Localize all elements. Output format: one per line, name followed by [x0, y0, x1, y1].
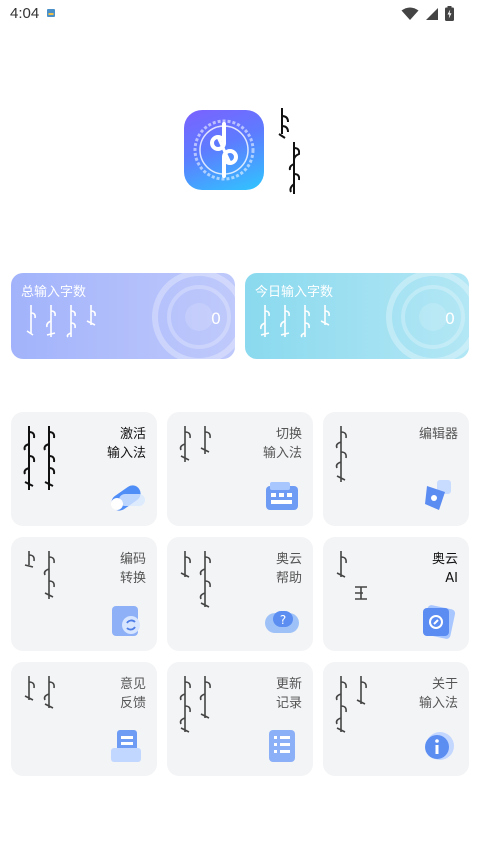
battery-icon: [445, 6, 454, 21]
toggle-icon: [111, 485, 145, 511]
feedback-icon: [111, 730, 141, 762]
signal-icon: [426, 7, 438, 20]
switch-ime-mongolian: [179, 426, 211, 462]
aoyun-help-button[interactable]: 奥云 帮助 ?: [167, 537, 313, 651]
convert-icon: [112, 606, 140, 636]
feedback-button[interactable]: 意见 反馈: [11, 662, 157, 776]
activate-ime-button[interactable]: 激活 输入法: [11, 412, 157, 526]
today-input-title: 今日输入字数: [255, 285, 334, 300]
activate-ime-label: 激活 输入法: [106, 427, 146, 461]
editor-mongolian: [335, 426, 347, 482]
ai-icon: [422, 605, 456, 639]
editor-label: 编辑器: [418, 427, 458, 442]
about-ime-label: 关于 输入法: [418, 677, 458, 711]
help-icon: ?: [265, 611, 299, 633]
keyboard-icon: [266, 482, 298, 510]
aoyun-ai-label: 奥云 AI: [431, 552, 458, 586]
changelog-label: 更新 记录: [275, 677, 302, 711]
status-bar: 4:04: [0, 0, 480, 28]
code-convert-label: 编码 转换: [119, 552, 146, 586]
app-logo: [184, 110, 264, 190]
switch-ime-button[interactable]: 切换 输入法: [167, 412, 313, 526]
notification-icon: [47, 9, 55, 17]
wifi-icon: [401, 7, 419, 20]
total-input-value: 0: [210, 309, 221, 328]
changelog-button[interactable]: 更新 记录: [167, 662, 313, 776]
pen-icon: [425, 480, 451, 510]
aoyun-ai-button[interactable]: 奥云 AI: [323, 537, 469, 651]
app-name-mongolian: [278, 108, 300, 194]
aoyun-help-label: 奥云 帮助: [275, 552, 302, 586]
status-time: 4:04: [10, 5, 40, 22]
aoyun-ai-mongolian: [336, 551, 367, 600]
today-input-card: 今日输入字数 0: [245, 273, 469, 359]
aoyun-help-mongolian: [180, 551, 211, 608]
feedback-mongolian: [24, 676, 55, 709]
editor-button[interactable]: 编辑器: [323, 412, 469, 526]
changelog-mongolian: [179, 676, 211, 733]
ornament-icon: [152, 273, 235, 359]
total-input-title: 总输入字数: [21, 285, 87, 300]
total-input-mongolian: [26, 305, 96, 338]
today-input-mongolian: [260, 305, 330, 338]
code-convert-mongolian: [24, 551, 55, 599]
info-icon: [425, 732, 454, 760]
total-input-card: 总输入字数 0: [11, 273, 235, 359]
ornament-icon: [386, 273, 469, 359]
code-convert-button[interactable]: 编码 转换: [11, 537, 157, 651]
about-ime-button[interactable]: 关于 输入法: [323, 662, 469, 776]
changelog-icon: [269, 730, 295, 762]
status-icons: [401, 6, 454, 21]
svg-text:?: ?: [280, 613, 286, 627]
feedback-label: 意见 反馈: [119, 677, 146, 711]
activate-ime-mongolian: [23, 426, 56, 490]
today-input-value: 0: [444, 309, 455, 328]
about-ime-mongolian: [335, 676, 367, 733]
switch-ime-label: 切换 输入法: [262, 427, 302, 461]
